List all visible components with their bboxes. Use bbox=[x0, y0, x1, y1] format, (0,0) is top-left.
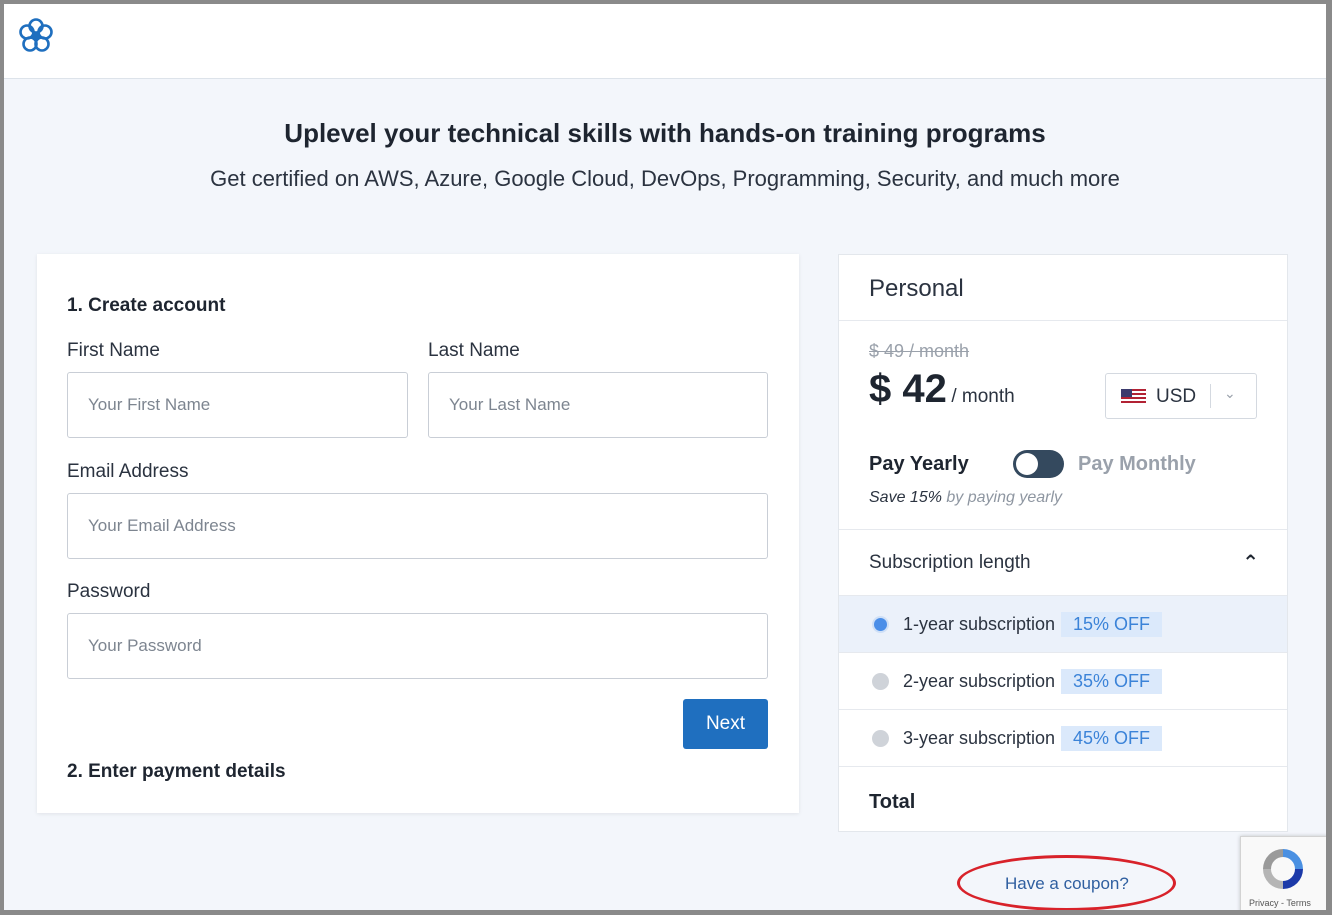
divider bbox=[839, 766, 1287, 767]
radio-button[interactable] bbox=[872, 616, 889, 633]
last-name-label: Last Name bbox=[428, 340, 520, 361]
option-label: 3-year subscription bbox=[903, 728, 1056, 748]
price-row: $ 42 / month bbox=[869, 367, 1015, 412]
save-note-rest: by paying yearly bbox=[946, 489, 1063, 506]
page: Uplevel your technical skills with hands… bbox=[4, 4, 1326, 910]
have-coupon-link[interactable]: Have a coupon? bbox=[1005, 874, 1129, 894]
divider bbox=[839, 320, 1287, 321]
plan-name: Personal bbox=[869, 275, 964, 302]
old-price: $ 49 / month bbox=[869, 341, 970, 361]
chevron-up-icon: ⌃ bbox=[1242, 552, 1259, 574]
email-label: Email Address bbox=[67, 461, 189, 482]
step-create-account-title: 1. Create account bbox=[67, 295, 226, 316]
password-label: Password bbox=[67, 581, 151, 602]
signup-card: 1. Create account First Name Last Name E… bbox=[37, 254, 799, 813]
password-input[interactable] bbox=[67, 613, 768, 679]
option-label: 2-year subscription bbox=[903, 671, 1056, 691]
plan-card: Personal $ 49 / month $ 42 / month USD ⌄… bbox=[838, 254, 1288, 832]
save-note-strong: Save 15% bbox=[869, 489, 942, 506]
billing-period-toggle[interactable] bbox=[1013, 450, 1064, 478]
us-flag-icon bbox=[1121, 389, 1146, 404]
total-label: Total bbox=[869, 791, 916, 813]
last-name-input[interactable] bbox=[428, 372, 768, 438]
price-unit: / month bbox=[951, 386, 1015, 407]
subscription-option-3-year[interactable]: 3-year subscription 45% OFF bbox=[839, 709, 1287, 766]
first-name-label: First Name bbox=[67, 340, 160, 361]
top-bar bbox=[4, 4, 1326, 79]
hero-title: Uplevel your technical skills with hands… bbox=[284, 118, 1046, 148]
save-note: Save 15% by paying yearly bbox=[869, 489, 1062, 507]
subscription-length-title: Subscription length bbox=[869, 552, 1031, 573]
flower-logo-icon[interactable] bbox=[16, 16, 56, 56]
radio-button[interactable] bbox=[872, 730, 889, 747]
pay-yearly-label[interactable]: Pay Yearly bbox=[869, 453, 969, 476]
currency-select[interactable]: USD ⌄ bbox=[1105, 373, 1257, 419]
pay-monthly-label[interactable]: Pay Monthly bbox=[1078, 453, 1196, 476]
toggle-knob bbox=[1016, 453, 1038, 475]
recaptcha-icon bbox=[1263, 849, 1303, 889]
option-label: 1-year subscription bbox=[903, 614, 1056, 634]
next-button[interactable]: Next bbox=[683, 699, 768, 749]
recaptcha-links[interactable]: Privacy - Terms bbox=[1249, 898, 1311, 908]
discount-badge: 15% OFF bbox=[1061, 612, 1163, 637]
currency-separator bbox=[1210, 384, 1211, 408]
recaptcha-badge[interactable]: Privacy - Terms bbox=[1240, 836, 1326, 910]
email-input[interactable] bbox=[67, 493, 768, 559]
chevron-down-icon: ⌄ bbox=[1224, 385, 1236, 401]
current-price: $ 42 bbox=[869, 367, 947, 411]
currency-code: USD bbox=[1156, 386, 1197, 407]
subscription-option-1-year[interactable]: 1-year subscription 15% OFF bbox=[839, 595, 1287, 652]
subscription-option-2-year[interactable]: 2-year subscription 35% OFF bbox=[839, 652, 1287, 709]
discount-badge: 35% OFF bbox=[1061, 669, 1163, 694]
subscription-length-toggle[interactable]: Subscription length ⌃ bbox=[839, 530, 1287, 595]
radio-button[interactable] bbox=[872, 673, 889, 690]
discount-badge: 45% OFF bbox=[1061, 726, 1163, 751]
first-name-input[interactable] bbox=[67, 372, 408, 438]
hero-subtitle: Get certified on AWS, Azure, Google Clou… bbox=[210, 166, 1120, 191]
step-payment-title: 2. Enter payment details bbox=[67, 761, 286, 782]
